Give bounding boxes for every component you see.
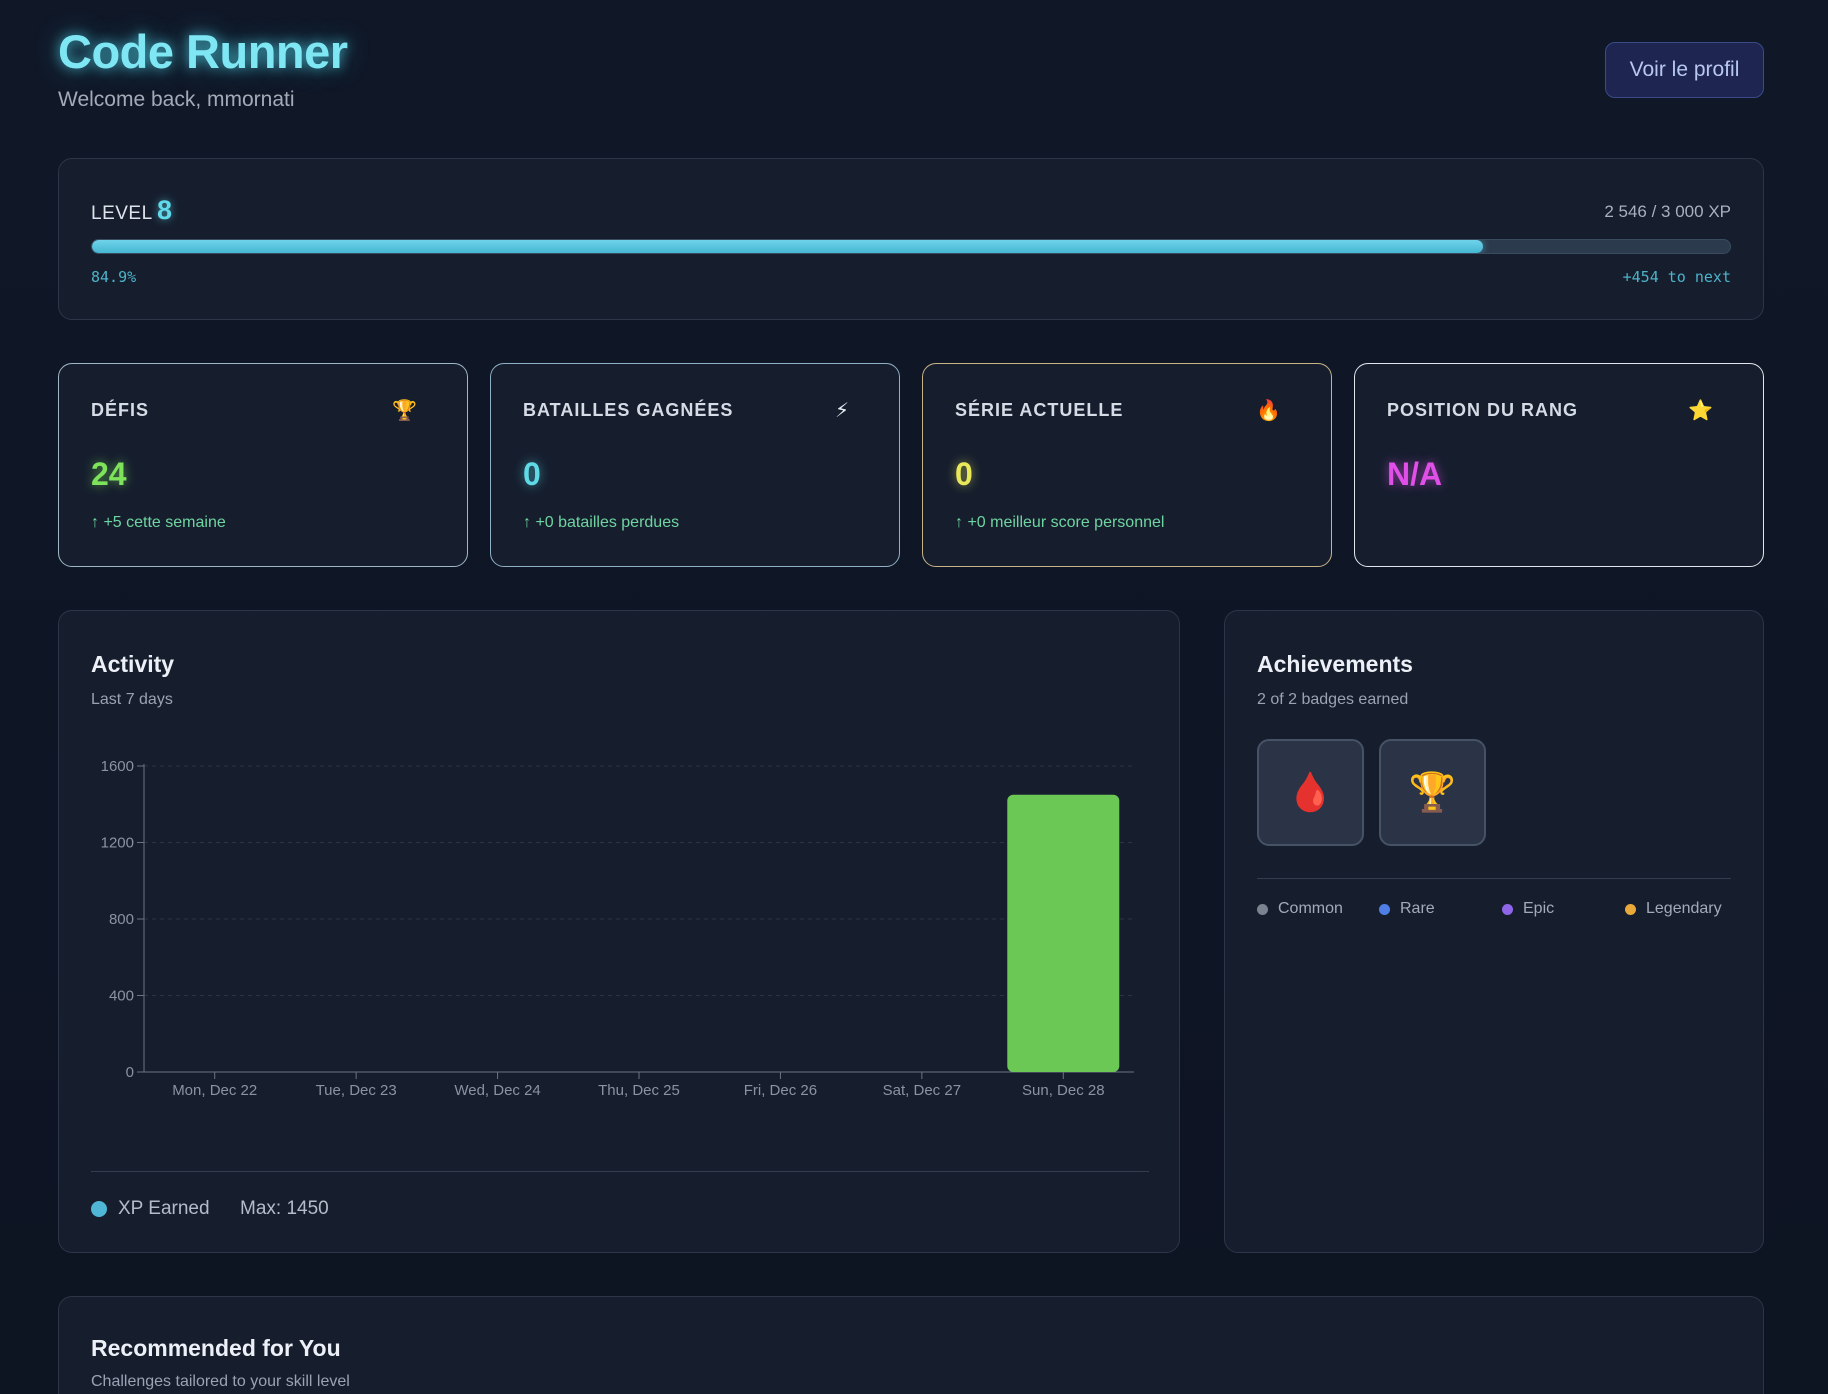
bar [1007, 794, 1120, 1072]
rarity-label: Legendary [1646, 900, 1722, 917]
trophy-icon: 🏆 [392, 400, 417, 422]
rarity-dot [1625, 903, 1636, 915]
stat-card-battles-won[interactable]: BATAILLES GAGNÉES ⚡ 0 ↑ +0 batailles per… [490, 363, 900, 567]
view-profile-button[interactable]: Voir le profil [1605, 42, 1764, 98]
stat-card-rank-position[interactable]: POSITION DU RANG ⭐ N/A [1354, 363, 1764, 567]
stat-label: SÉRIE ACTUELLE [955, 400, 1124, 420]
achievements-title: Achievements [1257, 651, 1413, 677]
header: Code Runner Welcome back, mmornati Voir … [58, 0, 1764, 158]
stat-subtext: ↑ +5 cette semaine [91, 514, 226, 531]
recommended-subtitle: Challenges tailored to your skill level [91, 1373, 350, 1390]
stat-value: 0 [955, 456, 973, 492]
max-value-label: Max: 1450 [240, 1198, 329, 1219]
xp-progress-bar [91, 239, 1731, 254]
xp-percent: 84.9% [91, 268, 137, 286]
stat-label: BATAILLES GAGNÉES [523, 400, 734, 420]
stat-value: 24 [91, 456, 127, 492]
rarity-label: Common [1278, 900, 1343, 917]
x-tick-label: Wed, Dec 24 [454, 1082, 540, 1099]
activity-panel: Activity Last 7 days 0 400 800 1200 1600 Mon,… [58, 610, 1180, 1253]
rarity-label: Rare [1400, 900, 1435, 917]
y-tick-label: 0 [126, 1064, 134, 1081]
divider [91, 1171, 1149, 1172]
rarity-rare: Rare [1379, 900, 1435, 918]
welcome-text: Welcome back, mmornati [58, 88, 295, 111]
y-tick-label: 400 [109, 988, 134, 1005]
achievements-panel: Achievements 2 of 2 badges earned 🩸 🏆 Co… [1224, 610, 1764, 1253]
stat-value: 0 [523, 456, 541, 492]
y-tick-label: 1600 [101, 758, 134, 775]
blood-drop-icon[interactable]: 🩸 [1257, 739, 1364, 846]
x-tick-label: Tue, Dec 23 [316, 1082, 397, 1099]
stat-label: DÉFIS [91, 400, 150, 420]
rarity-label: Epic [1523, 900, 1555, 917]
trophy-icon[interactable]: 🏆 [1379, 739, 1486, 846]
y-tick-label: 800 [109, 911, 134, 928]
recommended-title: Recommended for You [91, 1335, 341, 1361]
legend-swatch [91, 1201, 107, 1217]
stat-subtext: ↑ +0 meilleur score personnel [955, 514, 1165, 531]
xp-to-next: +454 to next [1622, 268, 1731, 286]
xp-progress-fill [92, 240, 1483, 253]
legend-label: XP Earned [118, 1198, 210, 1219]
x-tick-label: Fri, Dec 26 [744, 1082, 817, 1099]
stat-card-current-streak[interactable]: SÉRIE ACTUELLE 🔥 0 ↑ +0 meilleur score p… [922, 363, 1332, 567]
rarity-dot [1379, 903, 1390, 915]
rarity-common: Common [1257, 900, 1343, 918]
x-tick-label: Thu, Dec 25 [598, 1082, 680, 1099]
app-title: Code Runner [58, 25, 348, 78]
achievements-subtitle: 2 of 2 badges earned [1257, 691, 1409, 708]
rarity-legendary: Legendary [1625, 900, 1722, 918]
stat-label: POSITION DU RANG [1387, 400, 1579, 420]
star-icon: ⭐ [1688, 400, 1713, 422]
recommended-panel: Recommended for You Challenges tailored … [58, 1296, 1764, 1394]
level-number: 8 [157, 195, 173, 225]
rarity-dot [1257, 903, 1268, 915]
activity-bar-chart: 0 400 800 1200 1600 Mon, Dec 22 Tue, Dec 23 Wed… [101, 758, 1134, 1099]
y-tick-label: 1200 [101, 835, 134, 852]
xp-progress-text: 2 546 / 3 000 XP [1604, 202, 1731, 221]
stat-card-challenges[interactable]: DÉFIS 🏆 24 ↑ +5 cette semaine [58, 363, 468, 567]
stat-subtext: ↑ +0 batailles perdues [523, 514, 680, 531]
divider [1257, 878, 1731, 879]
dashboard-page: Code Runner Welcome back, mmornati Voir … [58, 0, 1764, 1394]
stats-row: DÉFIS 🏆 24 ↑ +5 cette semaine BATAILLES … [58, 363, 1764, 567]
x-tick-label: Sun, Dec 28 [1022, 1082, 1105, 1099]
level-card: LEVEL 8 2 546 / 3 000 XP 84.9% +454 to n… [58, 158, 1764, 320]
x-tick-label: Sat, Dec 27 [883, 1082, 961, 1099]
level-label: LEVEL [91, 203, 153, 224]
rarity-dot [1502, 903, 1513, 915]
fire-icon: 🔥 [1256, 400, 1281, 422]
lightning-icon: ⚡ [834, 400, 849, 422]
x-tick-label: Mon, Dec 22 [172, 1082, 257, 1099]
stat-value: N/A [1387, 456, 1443, 492]
rarity-epic: Epic [1502, 900, 1554, 918]
